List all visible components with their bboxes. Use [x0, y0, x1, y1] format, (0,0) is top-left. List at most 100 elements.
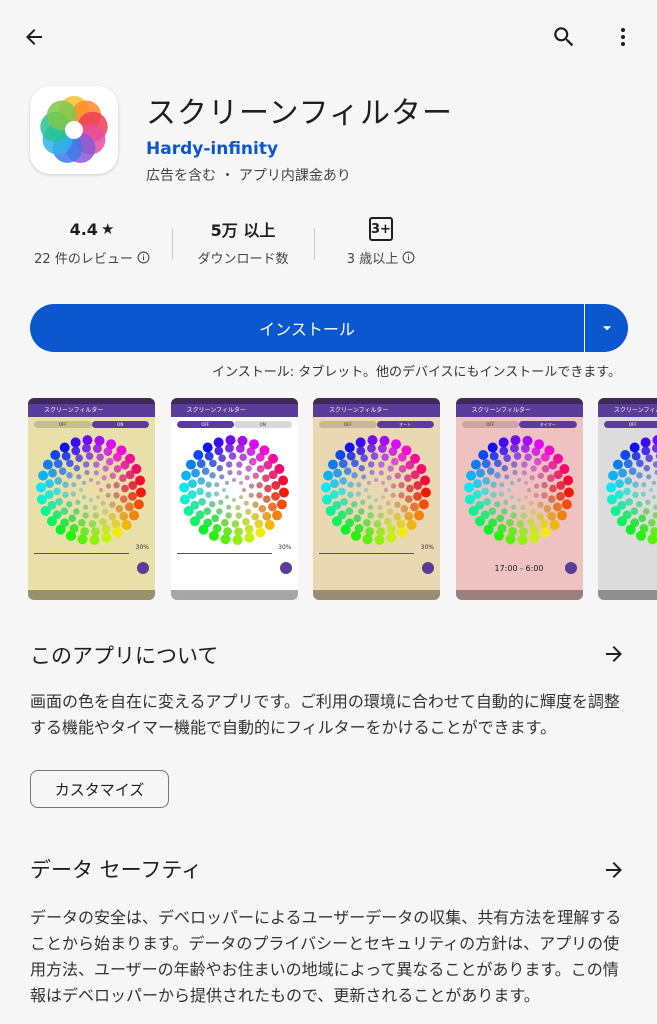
color-dot — [358, 508, 365, 515]
color-dot — [533, 492, 539, 498]
color-dot — [366, 480, 371, 485]
install-button[interactable]: インストール — [30, 304, 584, 352]
color-dot — [638, 514, 647, 523]
back-button[interactable] — [14, 17, 54, 57]
color-dot — [489, 491, 497, 498]
color-dot — [82, 512, 89, 519]
color-dot — [517, 534, 528, 545]
install-dropdown-button[interactable] — [585, 304, 628, 352]
toggle-option: OFF — [176, 421, 234, 428]
color-dot — [347, 481, 354, 488]
screenshot-thumbnail[interactable]: スクリーンフィルター OFF ON 30% — [28, 398, 155, 600]
color-dot — [546, 474, 555, 482]
color-dot — [503, 474, 509, 480]
color-dot — [552, 502, 562, 512]
color-dot — [105, 457, 114, 466]
color-dot — [529, 508, 536, 515]
color-dot — [276, 499, 287, 510]
color-dot — [641, 446, 651, 456]
color-dot — [493, 530, 504, 541]
screenshot-thumbnail[interactable]: スクリーンフィルター OFF タイマー 17:00 - 6:00 — [455, 398, 583, 600]
color-dot — [224, 512, 232, 519]
color-dot — [648, 518, 656, 527]
color-dot — [94, 435, 105, 446]
color-dot — [210, 514, 219, 523]
color-dot — [549, 519, 560, 530]
data-safety-arrow-button[interactable] — [598, 854, 630, 886]
flower-logo-icon — [40, 96, 108, 163]
toggle-option: オート — [376, 421, 434, 428]
color-dot — [237, 435, 248, 446]
rating-stat[interactable]: 4.4 ★ 22 件のレビュー — [24, 216, 160, 267]
color-dot — [66, 459, 74, 468]
color-dot — [385, 500, 391, 506]
data-safety-title[interactable]: データ セーフティ — [30, 854, 202, 884]
color-dot — [396, 519, 406, 529]
color-dot — [367, 512, 374, 519]
color-dot — [537, 472, 544, 479]
color-dot — [343, 467, 352, 476]
screenshot-carousel[interactable]: スクリーンフィルター OFF ON 30% スクリーンフィルター OFF ON 30% スクリー… — [28, 398, 657, 600]
age-rating-badge: 3+ — [369, 217, 393, 241]
color-dot — [495, 514, 504, 523]
about-arrow-button[interactable] — [598, 638, 630, 670]
opacity-slider — [319, 553, 414, 554]
color-dot — [498, 446, 508, 456]
color-dot — [264, 519, 275, 530]
search-button[interactable] — [544, 17, 584, 57]
color-dot — [48, 468, 57, 478]
color-dot — [556, 510, 567, 521]
color-dot — [384, 518, 392, 526]
color-dot — [217, 454, 226, 462]
floating-action-button — [564, 562, 577, 574]
about-section-title[interactable]: このアプリについて — [30, 640, 218, 670]
color-dot — [477, 450, 488, 461]
color-dot — [420, 487, 431, 498]
color-dot — [338, 459, 348, 469]
color-dot — [208, 472, 216, 479]
color-dot — [241, 518, 250, 526]
color-dot — [504, 534, 515, 545]
color-dot — [561, 499, 572, 510]
opacity-percent: 30% — [135, 544, 149, 551]
color-dot — [221, 488, 226, 492]
color-dot — [347, 491, 354, 498]
color-dot — [355, 437, 366, 448]
age-rating-stat[interactable]: 3+ 3 歳以上 — [322, 216, 440, 267]
color-dot — [235, 461, 243, 468]
color-dot — [116, 445, 127, 456]
color-dot — [58, 467, 67, 476]
color-dot — [643, 508, 650, 515]
color-dot — [526, 488, 531, 492]
arrow-back-icon — [26, 29, 42, 45]
developer-link[interactable]: Hardy-infinity — [146, 139, 278, 159]
color-dot — [470, 459, 481, 470]
color-dot — [502, 454, 511, 462]
screenshot-thumbnail[interactable]: スクリーンフィルター OFF オート 30% — [313, 398, 440, 600]
color-dot — [636, 472, 643, 479]
color-dot — [84, 469, 90, 476]
screenshot-thumbnail[interactable]: スクリーンフィルタ OFF — [598, 398, 657, 600]
color-dot — [60, 507, 69, 515]
color-dot — [220, 518, 229, 527]
color-dot — [519, 504, 526, 511]
color-dot — [379, 435, 390, 446]
color-dot — [195, 487, 204, 496]
color-dot — [129, 510, 140, 521]
color-dot — [489, 481, 497, 488]
color-dot — [40, 505, 51, 516]
color-dot — [331, 516, 342, 527]
color-dot — [61, 451, 71, 461]
color-dot — [356, 482, 362, 488]
category-chip[interactable]: カスタマイズ — [30, 770, 169, 808]
color-dot — [390, 492, 396, 498]
color-dot — [651, 480, 656, 485]
screenshot-app-bar: スクリーンフィルタ — [598, 404, 657, 417]
screenshot-thumbnail[interactable]: スクリーンフィルター OFF ON 30% — [170, 398, 298, 600]
toggle-option: OFF — [461, 421, 519, 428]
color-dot — [360, 499, 366, 505]
color-dot — [42, 459, 53, 470]
color-dot — [261, 474, 270, 482]
more-options-button[interactable] — [603, 17, 643, 57]
color-dot — [258, 504, 266, 513]
